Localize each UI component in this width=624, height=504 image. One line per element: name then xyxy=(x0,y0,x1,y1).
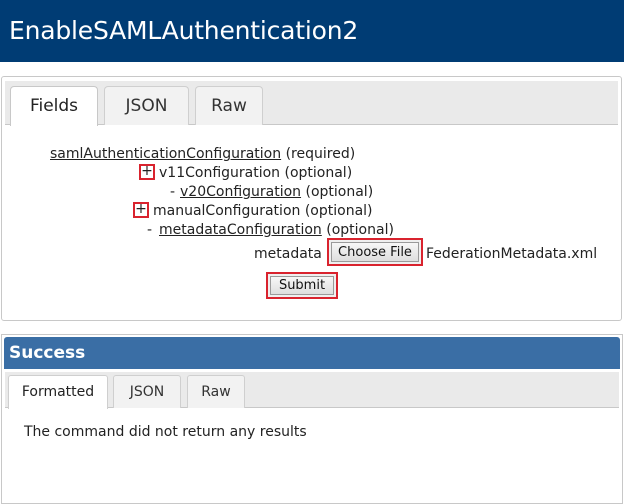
submit-label: Submit xyxy=(270,276,334,295)
metadata-label: metadata xyxy=(254,246,322,262)
tab-raw[interactable]: Raw xyxy=(195,86,263,125)
result-tab-strip: Formatted JSON Raw xyxy=(5,372,619,409)
tab-json[interactable]: JSON xyxy=(104,86,189,125)
choose-file-button[interactable]: Choose File xyxy=(327,238,423,266)
v20-dash: - xyxy=(170,184,176,200)
tab-result-raw[interactable]: Raw xyxy=(187,375,245,408)
v20-configuration-link[interactable]: v20Configuration xyxy=(180,184,301,200)
tab-result-json[interactable]: JSON xyxy=(113,375,181,408)
root-config-row: samlAuthenticationConfiguration (require… xyxy=(50,145,355,163)
v11-config-suffix: (optional) xyxy=(284,165,353,181)
root-config-suffix: (required) xyxy=(285,146,356,162)
metadata-config-suffix: (optional) xyxy=(326,222,394,238)
tab-formatted[interactable]: Formatted xyxy=(8,375,108,409)
manual-config-name: manualConfiguration xyxy=(153,203,301,219)
success-title: Success xyxy=(4,337,620,369)
fields-tab-strip: Fields JSON Raw xyxy=(5,81,618,126)
saml-authentication-configuration-link[interactable]: samlAuthenticationConfiguration xyxy=(50,146,281,162)
selected-file-name: FederationMetadata.xml xyxy=(426,246,598,262)
metadata-configuration-link[interactable]: metadataConfiguration xyxy=(159,222,322,238)
manual-config-row: manualConfiguration (optional) xyxy=(153,202,373,220)
v11-config-row: v11Configuration (optional) xyxy=(159,164,352,182)
tab-fields[interactable]: Fields xyxy=(10,86,98,126)
v11-config-name: v11Configuration xyxy=(159,165,281,181)
expand-manual-plus-icon[interactable]: + xyxy=(133,202,149,218)
result-message: The command did not return any results xyxy=(24,424,307,440)
expand-v11-plus-icon[interactable]: + xyxy=(139,164,155,180)
submit-button[interactable]: Submit xyxy=(266,272,338,299)
metadata-config-row: metadataConfiguration (optional) xyxy=(159,221,394,239)
manual-config-suffix: (optional) xyxy=(304,203,373,219)
v20-config-suffix: (optional) xyxy=(305,184,374,200)
app-header: EnableSAMLAuthentication2 xyxy=(0,0,624,62)
success-panel: Success Formatted JSON Raw The command d… xyxy=(1,334,623,504)
page: EnableSAMLAuthentication2 Fields JSON Ra… xyxy=(0,0,624,504)
v20-config-row: v20Configuration (optional) xyxy=(180,183,373,201)
metadata-config-dash: - xyxy=(147,222,153,238)
choose-file-label: Choose File xyxy=(331,242,419,262)
page-title: EnableSAMLAuthentication2 xyxy=(9,16,359,45)
